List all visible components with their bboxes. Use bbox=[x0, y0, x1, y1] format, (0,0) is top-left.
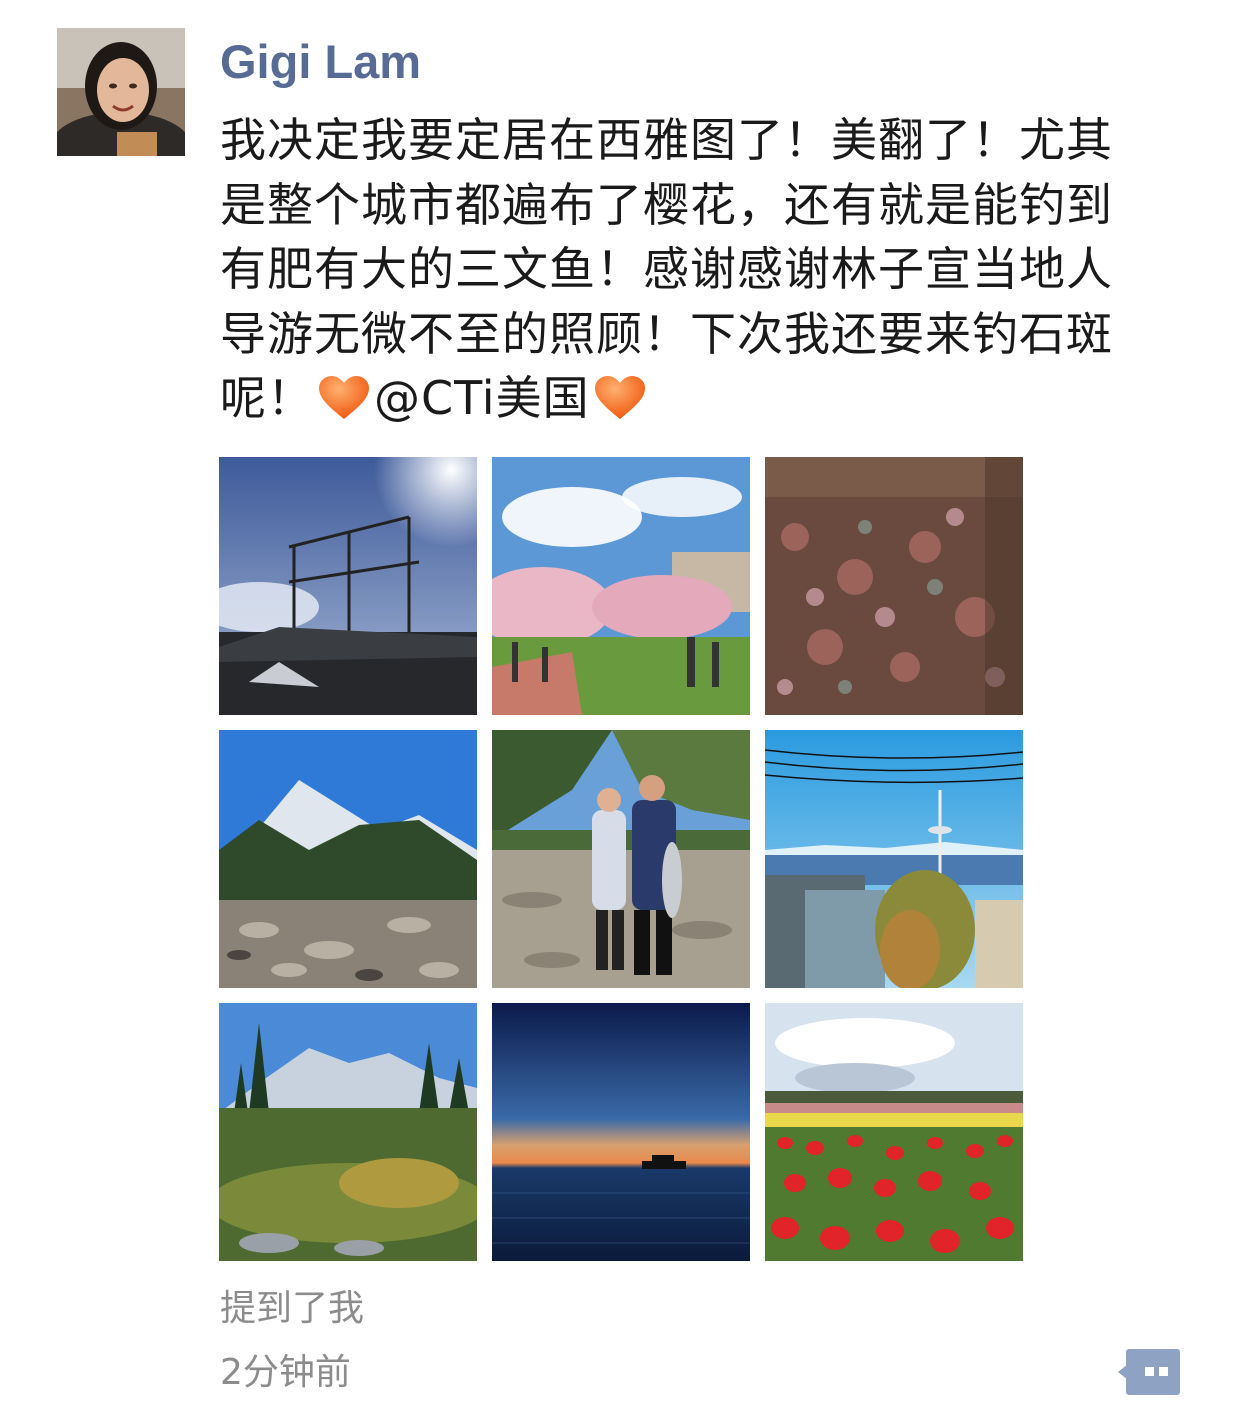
post-text: 我决定我要定居在西雅图了！美翻了！尤其是整个城市都遍布了樱花，还有就是能钓到有肥… bbox=[220, 108, 1140, 431]
comment-button[interactable] bbox=[1118, 1349, 1180, 1395]
mention-link[interactable]: @CTi美国 bbox=[374, 371, 590, 425]
photo-alpine-meadow[interactable] bbox=[219, 1003, 477, 1261]
photo-cherry-blossoms[interactable] bbox=[492, 457, 750, 715]
orange-heart-icon bbox=[319, 376, 369, 419]
timestamp: 2分钟前 bbox=[220, 1352, 351, 1393]
photo-space-needle[interactable] bbox=[765, 730, 1023, 988]
author-name[interactable]: Gigi Lam bbox=[220, 32, 421, 92]
photo-mountain-river[interactable] bbox=[219, 730, 477, 988]
mentions-me-label: 提到了我 bbox=[220, 1288, 365, 1329]
photo-grid bbox=[219, 457, 1023, 1261]
avatar[interactable] bbox=[57, 28, 185, 156]
photo-tulip-field[interactable] bbox=[765, 1003, 1023, 1261]
photo-public-market[interactable] bbox=[219, 457, 477, 715]
photo-sunset-water[interactable] bbox=[492, 1003, 750, 1261]
photo-salmon-catch[interactable] bbox=[492, 730, 750, 988]
orange-heart-icon bbox=[594, 376, 645, 419]
avatar-image bbox=[57, 28, 185, 156]
comment-bubble-icon bbox=[1118, 1349, 1180, 1395]
photo-gum-wall[interactable] bbox=[765, 457, 1023, 715]
